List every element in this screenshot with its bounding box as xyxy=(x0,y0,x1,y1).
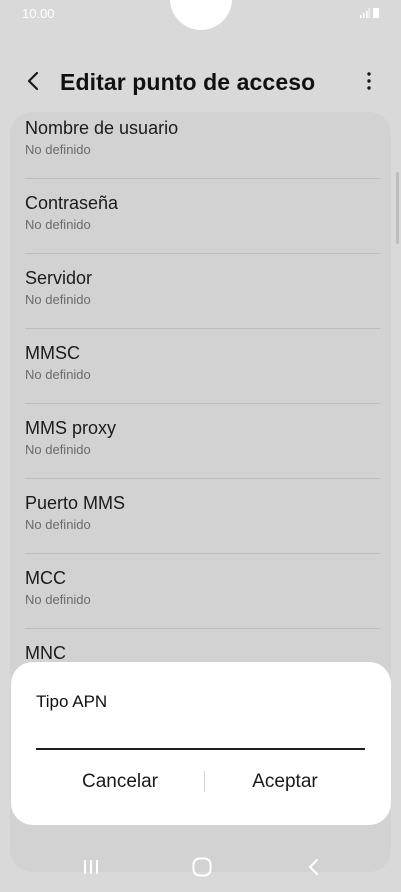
camera-notch xyxy=(170,0,232,30)
back-icon xyxy=(309,859,318,875)
status-bar: 10.00 xyxy=(0,0,401,30)
dialog-title: Tipo APN xyxy=(36,692,108,711)
status-time: 10.00 xyxy=(22,6,55,21)
item-value: No definido xyxy=(25,142,91,157)
status-icons xyxy=(360,8,379,18)
signal-icon xyxy=(360,8,370,18)
item-value: No definido xyxy=(25,592,91,607)
more-options-button[interactable] xyxy=(361,68,377,94)
recent-apps-icon xyxy=(84,860,98,874)
battery-icon xyxy=(373,8,379,18)
item-label: MNC xyxy=(25,643,66,663)
list-item-password[interactable]: Contraseña No definido xyxy=(10,179,391,254)
list-item-mms-proxy[interactable]: MMS proxy No definido xyxy=(10,404,391,479)
cancel-button[interactable]: Cancelar xyxy=(35,759,205,805)
page-title: Editar punto de acceso xyxy=(60,69,316,95)
item-label: Nombre de usuario xyxy=(25,118,179,138)
list-item-mcc[interactable]: MCC No definido xyxy=(10,554,391,629)
recent-apps-button[interactable] xyxy=(74,850,108,884)
chevron-left-icon xyxy=(27,71,39,91)
back-button[interactable] xyxy=(22,66,48,96)
item-value: No definido xyxy=(25,217,91,232)
apn-settings-list: Nombre de usuario No definido Contraseña… xyxy=(10,112,391,704)
app-bar: Editar punto de acceso xyxy=(0,56,401,106)
accept-button[interactable]: Aceptar xyxy=(200,759,370,805)
item-value: No definido xyxy=(25,442,91,457)
list-item-mmsc[interactable]: MMSC No definido xyxy=(10,329,391,404)
item-label: MCC xyxy=(25,568,66,588)
list-item-username[interactable]: Nombre de usuario No definido xyxy=(10,112,391,179)
scrollbar[interactable] xyxy=(396,172,399,244)
item-label: Contraseña xyxy=(25,193,119,213)
list-item-server[interactable]: Servidor No definido xyxy=(10,254,391,329)
nav-back-button[interactable] xyxy=(297,850,331,884)
list-item-mms-port[interactable]: Puerto MMS No definido xyxy=(10,479,391,554)
item-label: Servidor xyxy=(25,268,93,288)
home-button[interactable] xyxy=(185,850,219,884)
more-vertical-icon xyxy=(367,72,371,90)
item-label: MMS proxy xyxy=(25,418,117,438)
phone-screen: 10.00 Editar punto de acceso Nombre de u… xyxy=(0,0,401,892)
item-value: No definido xyxy=(25,517,91,532)
apn-type-dialog: Tipo APN Cancelar Aceptar xyxy=(11,662,391,825)
home-icon xyxy=(192,857,212,877)
item-value: No definido xyxy=(25,292,91,307)
navigation-bar xyxy=(0,842,401,892)
dialog-button-row: Cancelar Aceptar xyxy=(11,759,391,805)
item-label: MMSC xyxy=(25,343,80,363)
item-label: Puerto MMS xyxy=(25,493,126,513)
apn-type-input[interactable] xyxy=(36,718,365,750)
item-value: No definido xyxy=(25,367,91,382)
